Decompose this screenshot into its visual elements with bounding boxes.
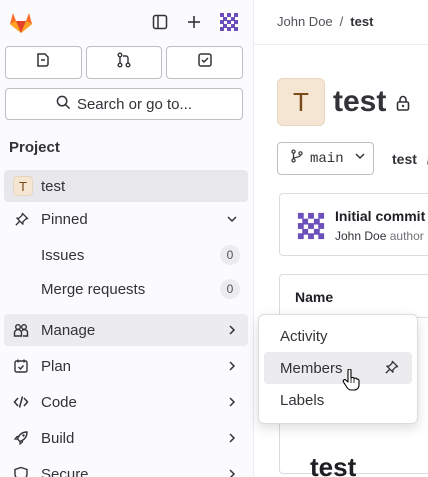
menu-item-label: Activity bbox=[280, 327, 328, 345]
branch-name: main bbox=[310, 150, 344, 167]
section-title: Project bbox=[9, 139, 60, 156]
commit-meta-suffix: author bbox=[389, 229, 424, 243]
sidebar-item-label: Build bbox=[41, 429, 75, 447]
commit-author[interactable]: John Doe bbox=[335, 229, 386, 243]
sidebar-header bbox=[0, 0, 254, 44]
chevron-right-icon bbox=[224, 322, 240, 338]
chevron-down-icon bbox=[224, 211, 240, 227]
code-icon bbox=[13, 394, 29, 410]
search-button[interactable]: Search or go to... bbox=[5, 88, 243, 120]
chevron-right-icon bbox=[224, 430, 240, 446]
gitlab-tanuki-icon[interactable] bbox=[8, 9, 34, 35]
sidebar-item-label: Secure bbox=[41, 465, 89, 477]
planning-icon bbox=[13, 358, 29, 374]
breadcrumb-parent[interactable]: John Doe bbox=[277, 14, 333, 29]
issues-button[interactable] bbox=[5, 46, 82, 79]
sidebar-item-issues[interactable]: Issues 0 bbox=[4, 239, 248, 271]
search-label: Search or go to... bbox=[76, 95, 193, 113]
todo-icon bbox=[197, 52, 213, 73]
user-avatar-icon bbox=[295, 210, 327, 242]
quick-actions bbox=[5, 46, 244, 79]
sidebar-item-label: Code bbox=[41, 393, 77, 411]
sidebar-item-pinned[interactable]: Pinned bbox=[4, 203, 248, 235]
user-avatar-icon[interactable] bbox=[217, 10, 241, 34]
sidebar-item-code[interactable]: Code bbox=[4, 386, 248, 418]
plus-icon[interactable] bbox=[184, 12, 204, 32]
sidebar-item-label: Plan bbox=[41, 357, 72, 375]
sidebar-item-plan[interactable]: Plan bbox=[4, 350, 248, 382]
project-avatar: T bbox=[277, 78, 325, 126]
menu-item-label: Members bbox=[280, 359, 343, 377]
manage-flyout-menu: Activity Members Labels bbox=[258, 314, 418, 424]
divider bbox=[254, 44, 428, 45]
sidebar: Search or go to... Project T test Pinned… bbox=[0, 0, 254, 477]
shield-icon bbox=[13, 466, 29, 477]
sidebar-item-merge-requests[interactable]: Merge requests 0 bbox=[4, 273, 248, 305]
sidebar-toggle-icon[interactable] bbox=[150, 12, 170, 32]
readme-title: test bbox=[310, 452, 357, 477]
sidebar-item-manage[interactable]: Manage bbox=[4, 314, 248, 346]
breadcrumb: John Doe / test bbox=[277, 14, 373, 29]
sidebar-item-label: Merge requests bbox=[41, 280, 146, 298]
menu-item-activity[interactable]: Activity bbox=[264, 320, 412, 352]
thumbtack-icon bbox=[13, 211, 29, 227]
chevron-right-icon bbox=[224, 466, 240, 477]
lock-icon bbox=[396, 85, 410, 119]
sidebar-item-label: Manage bbox=[41, 321, 96, 339]
branch-icon bbox=[290, 149, 304, 168]
merge-requests-button[interactable] bbox=[85, 46, 163, 79]
project-title: test bbox=[333, 85, 387, 118]
repo-path-name[interactable]: test bbox=[392, 151, 417, 167]
search-icon bbox=[56, 95, 71, 114]
todos-button[interactable] bbox=[166, 46, 244, 79]
thumbtack-icon[interactable] bbox=[384, 360, 400, 376]
project-avatar: T bbox=[13, 176, 33, 196]
chevron-right-icon bbox=[224, 358, 240, 374]
menu-item-label: Labels bbox=[280, 391, 325, 409]
sidebar-item-label: Issues bbox=[41, 246, 85, 264]
sidebar-item-label: Pinned bbox=[41, 210, 88, 228]
users-icon bbox=[13, 322, 29, 338]
commit-title[interactable]: Initial commit bbox=[335, 208, 425, 224]
issues-icon bbox=[35, 52, 51, 73]
menu-item-labels[interactable]: Labels bbox=[264, 384, 412, 416]
merge-request-icon bbox=[116, 52, 132, 73]
sidebar-item-build[interactable]: Build bbox=[4, 422, 248, 454]
count-badge: 0 bbox=[220, 279, 240, 299]
branch-selector[interactable]: main bbox=[277, 142, 374, 175]
breadcrumb-separator: / bbox=[339, 14, 344, 29]
sidebar-item-label: test bbox=[41, 177, 66, 195]
sidebar-item-project[interactable]: T test bbox=[4, 170, 248, 202]
repo-path: test / bbox=[392, 151, 428, 167]
chevron-right-icon bbox=[224, 394, 240, 410]
column-header-name: Name bbox=[295, 289, 334, 305]
page-title: test bbox=[333, 85, 410, 119]
menu-item-members[interactable]: Members bbox=[264, 352, 412, 384]
breadcrumb-current[interactable]: test bbox=[350, 14, 373, 29]
chevron-down-icon bbox=[354, 150, 366, 167]
rocket-icon bbox=[13, 430, 29, 446]
count-badge: 0 bbox=[220, 245, 240, 265]
sidebar-item-secure[interactable]: Secure bbox=[4, 458, 248, 477]
commit-meta: John Doe author bbox=[335, 229, 424, 243]
last-commit: Initial commit John Doe author bbox=[279, 193, 428, 256]
